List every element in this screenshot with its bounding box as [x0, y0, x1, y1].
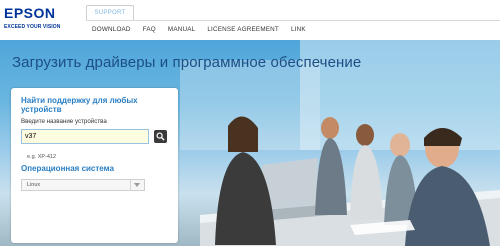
- os-select[interactable]: Linux: [21, 179, 145, 191]
- search-panel-title: Найти поддержку для любых устройств: [21, 96, 138, 114]
- tab-support-label: SUPPORT: [94, 10, 126, 16]
- top-nav: DOWNLOAD FAQ MANUAL LICENSE AGREEMENT LI…: [92, 24, 318, 36]
- driver-search-panel: Найти поддержку для любых устройств Введ…: [11, 88, 178, 243]
- search-button[interactable]: [154, 130, 167, 143]
- example-hint: e.g. XP-412: [27, 154, 57, 160]
- os-selected-value: Linux: [27, 182, 41, 188]
- page-title: Загрузить драйверы и программное обеспеч…: [12, 54, 362, 71]
- os-section-title: Операционная система: [21, 164, 114, 173]
- nav-faq[interactable]: FAQ: [143, 24, 156, 36]
- tab-support[interactable]: SUPPORT: [86, 5, 134, 21]
- nav-divider: [86, 20, 500, 21]
- nav-license-agreement[interactable]: LICENSE AGREEMENT: [207, 24, 279, 36]
- nav-link[interactable]: LINK: [291, 24, 306, 36]
- nav-manual[interactable]: MANUAL: [168, 24, 195, 36]
- logo-tagline: EXCEED YOUR VISION: [4, 24, 61, 30]
- magnifier-icon: [156, 132, 165, 141]
- nav-download[interactable]: DOWNLOAD: [92, 24, 131, 36]
- device-name-label: Введите название устройства: [21, 118, 107, 125]
- device-search-input[interactable]: [21, 129, 149, 144]
- site-header: EPSON EXCEED YOUR VISION SUPPORT DOWNLOA…: [0, 0, 500, 40]
- logo-wordmark: EPSON: [4, 5, 56, 21]
- epson-logo[interactable]: EPSON EXCEED YOUR VISION: [4, 5, 60, 35]
- hero-banner: Загрузить драйверы и программное обеспеч…: [0, 40, 500, 246]
- chevron-down-icon: [130, 180, 143, 190]
